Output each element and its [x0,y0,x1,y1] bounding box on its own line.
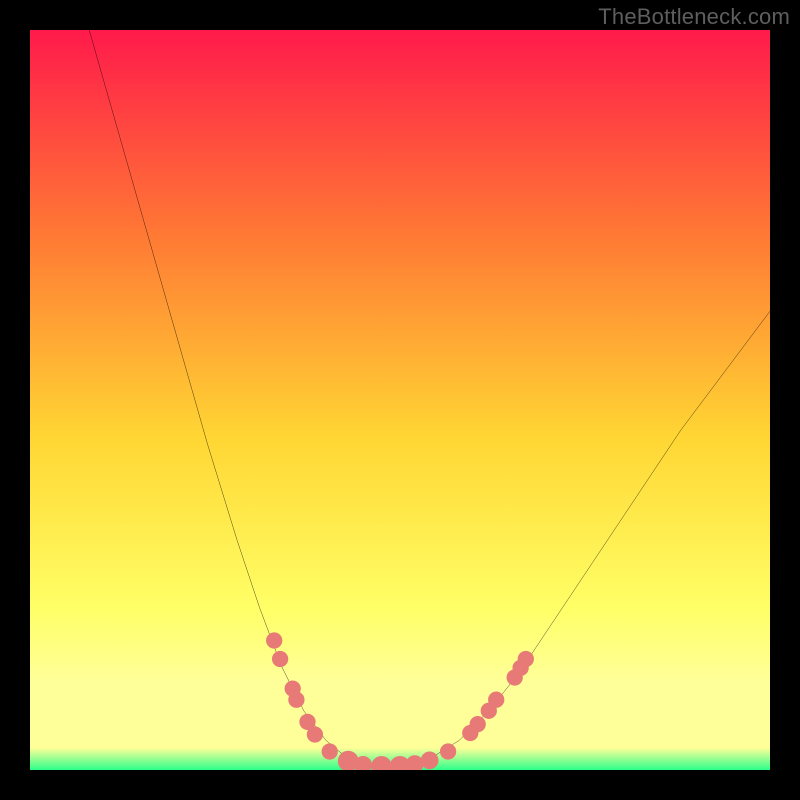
data-point [488,692,504,708]
data-point [307,726,323,742]
data-point [272,651,288,667]
chart-plot [30,30,770,770]
data-point [470,716,486,732]
data-point [518,651,534,667]
data-point [288,692,304,708]
chart-frame: TheBottleneck.com [0,0,800,800]
watermark-label: TheBottleneck.com [598,4,790,30]
data-point [266,632,282,648]
data-point [421,752,439,770]
data-point [322,743,338,759]
gradient-background [30,30,770,770]
data-point [440,743,456,759]
